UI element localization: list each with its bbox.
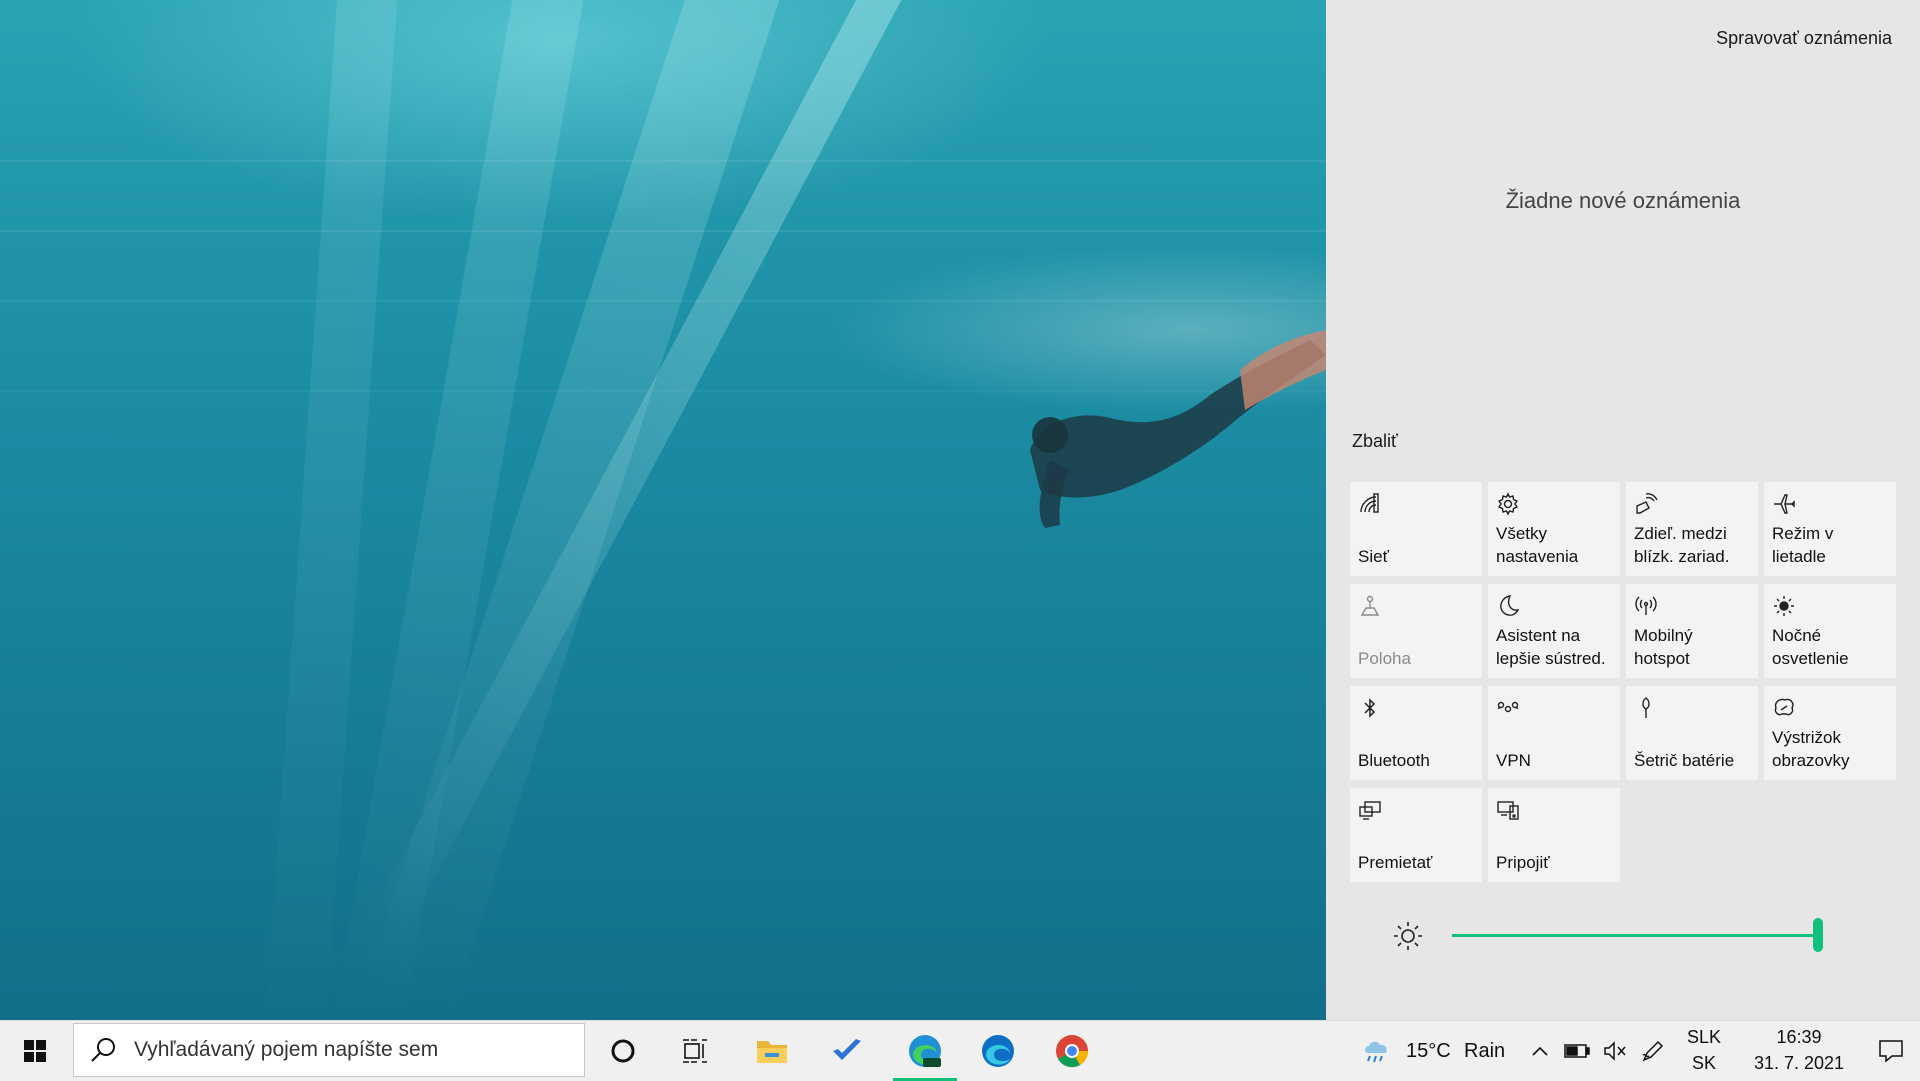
- tile-battery-saver[interactable]: Šetrič batérie: [1626, 686, 1758, 780]
- weather-desc[interactable]: Rain: [1464, 1040, 1505, 1063]
- tile-label: VPN: [1496, 751, 1531, 770]
- tile-label: Výstrižok obrazovky: [1772, 728, 1850, 770]
- search-placeholder: Vyhľadávaný pojem napíšte sem: [134, 1038, 439, 1061]
- tile-label: Šetrič batérie: [1634, 751, 1735, 770]
- notification-icon: [1879, 1040, 1903, 1063]
- edge-dev-button[interactable]: [893, 1021, 957, 1081]
- airplane-icon: [1774, 494, 1795, 514]
- tile-location[interactable]: Poloha: [1350, 584, 1482, 678]
- tile-connect[interactable]: Pripojiť: [1488, 788, 1620, 882]
- cortana-button[interactable]: [593, 1021, 653, 1081]
- nearby-share-icon: [1636, 493, 1658, 514]
- desktop-wallpaper: [0, 0, 1326, 1020]
- tile-all-settings[interactable]: Všetky nastavenia: [1488, 482, 1620, 576]
- edge-button[interactable]: [966, 1021, 1030, 1081]
- taskbar: Vyhľadávaný pojem napíšte sem 15°C Rain …: [0, 1020, 1920, 1081]
- clock-date: 31. 7. 2021: [1753, 1053, 1845, 1073]
- battery-icon: [1564, 1044, 1590, 1058]
- tile-focus-assist[interactable]: Asistent na lepšie sústred.: [1488, 584, 1620, 678]
- show-hidden-icons-button[interactable]: [1526, 1021, 1554, 1081]
- start-button[interactable]: [0, 1021, 70, 1081]
- tile-nearby-share[interactable]: Zdieľ. medzi blízk. zariad.: [1626, 482, 1758, 576]
- tile-label: Pripojiť: [1496, 853, 1550, 872]
- tile-night-light[interactable]: Nočné osvetlenie: [1764, 584, 1896, 678]
- location-icon: [1360, 595, 1380, 616]
- tile-mobile-hotspot[interactable]: Mobilný hotspot: [1626, 584, 1758, 678]
- task-view-icon: [683, 1039, 707, 1063]
- volume-button[interactable]: [1598, 1021, 1632, 1081]
- tile-label: Všetky nastavenia: [1496, 524, 1579, 566]
- language-indicator[interactable]: SLK SK: [1680, 1021, 1728, 1081]
- search-input[interactable]: Vyhľadávaný pojem napíšte sem: [73, 1023, 585, 1077]
- search-icon: [91, 1038, 115, 1062]
- vpn-icon: [1497, 701, 1519, 713]
- file-explorer-button[interactable]: [740, 1021, 804, 1081]
- volume-muted-icon: [1604, 1041, 1626, 1061]
- hotspot-icon: [1635, 596, 1657, 615]
- network-icon: [1360, 493, 1379, 513]
- night-light-icon: [1774, 596, 1794, 616]
- no-notifications-text: Žiadne nové oznámenia: [1505, 188, 1741, 213]
- cortana-icon: [611, 1039, 635, 1063]
- tile-airplane-mode[interactable]: Režim v lietadle: [1764, 482, 1896, 576]
- bluetooth-icon: [1364, 698, 1376, 718]
- tile-label: Nočné osvetlenie: [1772, 626, 1849, 668]
- tile-label: Asistent na lepšie sústred.: [1496, 626, 1606, 668]
- clock[interactable]: 16:39 31. 7. 2021: [1738, 1021, 1860, 1081]
- tile-label: Bluetooth: [1358, 751, 1430, 770]
- tile-snip[interactable]: Výstrižok obrazovky: [1764, 686, 1896, 780]
- chevron-up-icon: [1532, 1046, 1548, 1056]
- battery-button[interactable]: [1560, 1021, 1594, 1081]
- tile-label: Režim v lietadle: [1772, 524, 1834, 566]
- pen-button[interactable]: [1636, 1021, 1670, 1081]
- tile-network[interactable]: Sieť: [1350, 482, 1482, 576]
- tile-label: Premietať: [1358, 853, 1433, 872]
- weather-temp[interactable]: 15°C: [1406, 1040, 1451, 1063]
- tile-bluetooth[interactable]: Bluetooth: [1350, 686, 1482, 780]
- project-icon: [1359, 801, 1381, 820]
- brightness-icon: [1394, 922, 1422, 950]
- todo-button[interactable]: [815, 1021, 879, 1081]
- pen-icon: [1642, 1040, 1664, 1062]
- brightness-slider-thumb[interactable]: [1813, 918, 1823, 952]
- manage-notifications-link[interactable]: Spravovať oznámenia: [1716, 28, 1892, 49]
- swimmer-image: [1030, 330, 1326, 528]
- chrome-icon: [1056, 1035, 1089, 1068]
- collapse-link[interactable]: Zbaliť: [1352, 431, 1398, 452]
- todo-check-icon: [833, 1039, 861, 1060]
- clock-time: 16:39: [1776, 1027, 1822, 1047]
- action-center-panel: Spravovať oznámenia Žiadne nové oznámeni…: [1326, 0, 1920, 1020]
- tile-label: Zdieľ. medzi blízk. zariad.: [1634, 524, 1730, 566]
- action-center-button[interactable]: [1866, 1021, 1916, 1081]
- gear-icon: [1497, 492, 1519, 516]
- tile-project[interactable]: Premietať: [1350, 788, 1482, 882]
- task-view-button[interactable]: [665, 1021, 725, 1081]
- moon-icon: [1500, 595, 1520, 616]
- language-code: SLK: [1686, 1027, 1722, 1047]
- battery-saver-icon: [1642, 697, 1650, 718]
- keyboard-layout: SK: [1691, 1053, 1716, 1073]
- connect-icon: [1497, 801, 1519, 820]
- folder-icon: [757, 1041, 787, 1063]
- edge-dev-icon: [909, 1035, 941, 1067]
- windows-logo-icon: [24, 1040, 46, 1062]
- weather-rain-icon: [1365, 1041, 1387, 1063]
- tile-label: Sieť: [1358, 547, 1389, 566]
- tile-label: Poloha: [1358, 649, 1411, 668]
- chrome-button[interactable]: [1040, 1021, 1104, 1081]
- snip-icon: [1774, 698, 1794, 716]
- brightness-slider-track[interactable]: [1452, 934, 1818, 937]
- tile-label: Mobilný hotspot: [1634, 626, 1693, 668]
- tile-vpn[interactable]: VPN: [1488, 686, 1620, 780]
- edge-icon: [982, 1035, 1014, 1067]
